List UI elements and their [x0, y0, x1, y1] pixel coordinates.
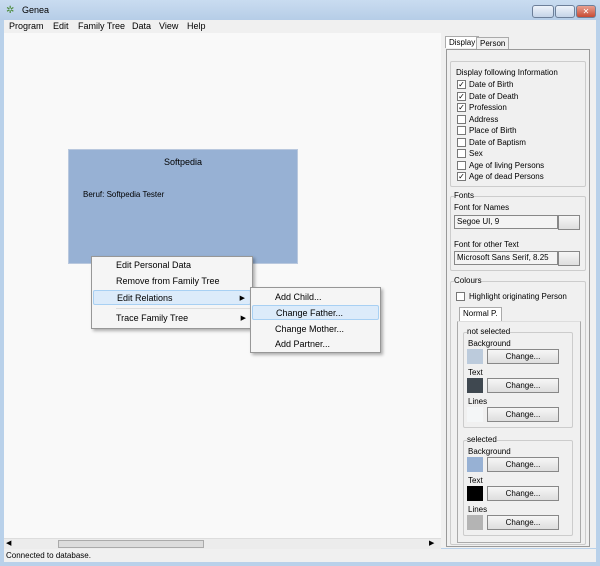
option-label: Date of Baptism — [469, 137, 526, 147]
background-label: Background — [468, 339, 511, 348]
horizontal-scrollbar[interactable]: ◀ ▶ — [4, 538, 441, 549]
person-card[interactable]: Softpedia Beruf: Softpedia Tester — [68, 149, 298, 264]
font-names-label: Font for Names — [454, 203, 510, 212]
menu-item-add-child[interactable]: Add Child... — [251, 290, 380, 305]
context-menu: Edit Personal Data Remove from Family Tr… — [91, 256, 253, 329]
text-colour-swatch — [467, 378, 483, 393]
lines-label: Lines — [468, 397, 488, 406]
change-background-button[interactable]: Change... — [487, 349, 559, 364]
background-colour-swatch — [467, 457, 483, 472]
menu-item-remove-from-tree[interactable]: Remove from Family Tree — [92, 274, 252, 289]
menu-item-change-mother[interactable]: Change Mother... — [251, 322, 380, 337]
highlight-label: Highlight originating Person — [469, 292, 567, 301]
lines-label: Lines — [468, 505, 488, 514]
option-label: Date of Birth — [469, 80, 514, 89]
option-label: Sex — [469, 149, 483, 158]
change-text-button[interactable]: Change... — [487, 378, 559, 393]
checkbox-option[interactable]: ✓ — [457, 103, 466, 112]
option-label: Profession — [469, 103, 507, 112]
window-title: Genea — [22, 5, 50, 15]
submenu-edit-relations: Add Child... Change Father... Change Mot… — [250, 287, 381, 353]
text-colour-swatch — [467, 486, 483, 501]
menu-item-label: Trace Family Tree — [116, 313, 189, 323]
checkbox-option[interactable] — [457, 160, 466, 170]
status-bar: Connected to database. — [4, 549, 596, 562]
change-background-button[interactable]: Change... — [487, 457, 559, 472]
close-button[interactable]: ✕ — [576, 5, 596, 18]
lines-colour-swatch — [467, 407, 483, 422]
option-label: Place of Birth — [469, 126, 517, 135]
scroll-left-icon[interactable]: ◀ — [6, 539, 11, 547]
display-group-title: Display following Information — [456, 68, 558, 77]
menu-view[interactable]: View — [159, 21, 178, 31]
background-colour-swatch — [467, 349, 483, 364]
option-label: Address — [469, 114, 499, 124]
not-selected-title: not selected — [467, 327, 511, 336]
app-icon: ✲ — [6, 5, 15, 16]
colours-group-title: Colours — [454, 276, 482, 285]
scroll-right-icon[interactable]: ▶ — [429, 539, 434, 547]
menu-item-add-partner[interactable]: Add Partner... — [251, 337, 380, 352]
menu-data[interactable]: Data — [132, 21, 151, 31]
text-label: Text — [468, 368, 483, 377]
person-name: Softpedia — [163, 157, 203, 167]
background-label: Background — [468, 447, 511, 456]
lines-colour-swatch — [467, 515, 483, 530]
checkbox-option[interactable] — [457, 149, 466, 158]
option-label: Date of Death — [469, 91, 519, 101]
settings-panel: Display Person Display following Informa… — [441, 33, 596, 548]
checkbox-option[interactable]: ✓ — [457, 91, 466, 101]
checkbox-option[interactable]: ✓ — [457, 172, 466, 181]
person-profession: Beruf: Softpedia Tester — [83, 190, 165, 199]
font-other-label: Font for other Text — [454, 240, 519, 249]
menu-item-change-father[interactable]: Change Father... — [252, 305, 379, 320]
checkbox-option[interactable] — [457, 114, 466, 124]
option-label: Age of dead Persons — [469, 172, 544, 181]
submenu-arrow-icon: ▶ — [240, 315, 246, 322]
menu-family-tree[interactable]: Family Tree — [78, 21, 125, 31]
text-label: Text — [468, 476, 483, 485]
submenu-arrow-icon: ▶ — [239, 295, 245, 302]
scrollbar-thumb[interactable] — [58, 540, 204, 548]
menu-program[interactable]: Program — [9, 21, 44, 31]
tab-normal-person[interactable]: Normal P. — [459, 307, 502, 321]
change-lines-button[interactable]: Change... — [487, 515, 559, 530]
menu-item-label: Edit Relations — [117, 293, 173, 303]
change-text-button[interactable]: Change... — [487, 486, 559, 501]
checkbox-option[interactable] — [457, 137, 466, 147]
menu-item-trace-family-tree[interactable]: Trace Family Tree ▶ — [92, 311, 252, 326]
tab-person[interactable]: Person — [476, 37, 510, 49]
menu-separator — [116, 308, 250, 309]
checkbox-option[interactable] — [457, 126, 466, 135]
menu-help[interactable]: Help — [187, 21, 206, 31]
highlight-checkbox[interactable] — [456, 292, 465, 301]
fonts-group-title: Fonts — [454, 191, 475, 200]
minimize-button[interactable] — [532, 5, 554, 18]
option-label: Age of living Persons — [469, 160, 545, 170]
maximize-button[interactable] — [555, 5, 575, 18]
menu-item-edit-relations[interactable]: Edit Relations ▶ — [93, 290, 251, 305]
title-bar: ✲ Genea ✕ — [0, 0, 600, 20]
font-other-button[interactable] — [558, 251, 580, 266]
menu-bar: Program Edit Family Tree Data View Help — [4, 20, 596, 33]
tab-display[interactable]: Display — [445, 36, 480, 48]
font-names-field[interactable]: Segoe UI, 9 — [454, 215, 558, 229]
change-lines-button[interactable]: Change... — [487, 407, 559, 422]
selected-title: selected — [467, 435, 497, 444]
menu-item-edit-personal-data[interactable]: Edit Personal Data — [92, 258, 252, 273]
checkbox-option[interactable]: ✓ — [457, 80, 466, 89]
status-text: Connected to database. — [6, 551, 91, 560]
menu-edit[interactable]: Edit — [53, 21, 69, 31]
font-other-field[interactable]: Microsoft Sans Serif, 8.25 — [454, 251, 558, 265]
font-names-button[interactable] — [558, 215, 580, 230]
